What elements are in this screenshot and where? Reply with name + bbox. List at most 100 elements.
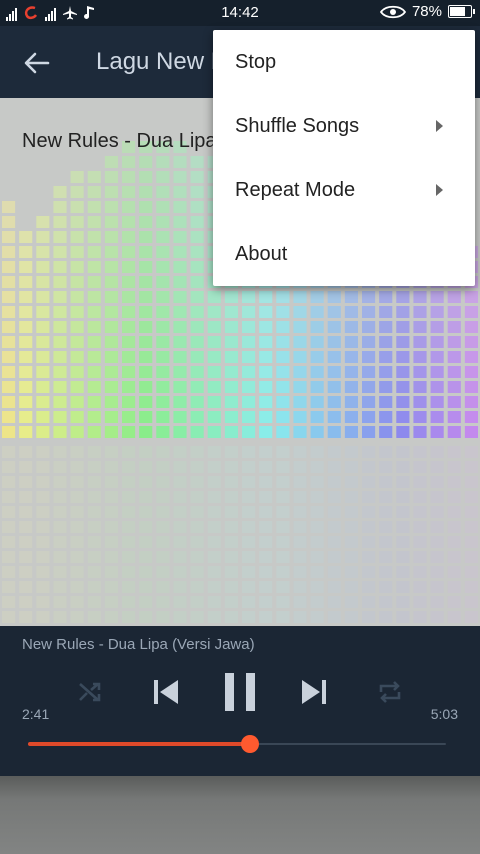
eq-cell	[362, 411, 376, 423]
eq-reflection-cell	[70, 536, 84, 548]
eq-reflection-cell	[242, 476, 256, 488]
eq-reflection-cell	[19, 521, 33, 533]
eq-cell	[310, 396, 324, 408]
eq-reflection-cell	[413, 581, 427, 593]
eq-reflection-cell	[122, 506, 136, 518]
eq-cell	[190, 276, 204, 288]
eq-reflection-cell	[327, 551, 341, 563]
eq-reflection-cell	[207, 491, 221, 503]
eq-reflection-cell	[379, 596, 393, 608]
eq-cell	[327, 291, 341, 303]
repeat-button[interactable]	[370, 670, 410, 714]
eq-reflection-cell	[53, 491, 67, 503]
eq-reflection-cell	[156, 581, 170, 593]
eq-cell	[104, 246, 118, 258]
eq-reflection-cell	[310, 536, 324, 548]
eq-cell	[224, 336, 238, 348]
eq-reflection-cell	[53, 596, 67, 608]
eq-reflection-cell	[87, 596, 101, 608]
eq-cell	[379, 396, 393, 408]
menu-item-repeat-mode[interactable]: Repeat Mode	[213, 158, 475, 222]
eq-cell	[87, 411, 101, 423]
eq-reflection-cell	[2, 551, 16, 563]
eq-reflection-cell	[36, 581, 50, 593]
eq-reflection-cell	[293, 506, 307, 518]
shuffle-button[interactable]	[70, 670, 110, 714]
eq-cell	[173, 336, 187, 348]
seek-thumb[interactable]	[240, 735, 259, 753]
eq-cell	[122, 231, 136, 243]
eq-cell	[53, 426, 67, 438]
next-button[interactable]	[292, 670, 336, 714]
eq-reflection-cell	[396, 476, 410, 488]
eq-reflection-cell	[190, 536, 204, 548]
menu-item-shuffle-songs[interactable]: Shuffle Songs	[213, 94, 475, 158]
menu-item-about[interactable]: About	[213, 222, 475, 286]
eq-reflection-cell	[464, 461, 478, 473]
eq-reflection-cell	[70, 581, 84, 593]
pause-button[interactable]	[214, 670, 266, 714]
eq-cell	[464, 306, 478, 318]
eq-reflection-cell	[293, 551, 307, 563]
eq-cell	[430, 291, 444, 303]
eq-reflection-cell	[413, 476, 427, 488]
eq-cell	[2, 351, 16, 363]
eq-cell	[87, 201, 101, 213]
eq-reflection-cell	[327, 521, 341, 533]
eq-cell	[87, 336, 101, 348]
eq-reflection-cell	[344, 536, 358, 548]
back-arrow-icon[interactable]	[22, 48, 52, 78]
eq-reflection-cell	[464, 536, 478, 548]
eq-reflection-cell	[139, 476, 153, 488]
eq-cell	[53, 366, 67, 378]
eq-reflection-cell	[310, 551, 324, 563]
eq-cell	[379, 321, 393, 333]
eq-reflection-cell	[104, 611, 118, 623]
eq-cell	[362, 306, 376, 318]
eq-reflection-cell	[379, 491, 393, 503]
eq-cell	[362, 426, 376, 438]
eq-cell	[173, 201, 187, 213]
eq-cell	[190, 201, 204, 213]
menu-item-label: Shuffle Songs	[235, 114, 360, 137]
eq-reflection-cell	[156, 536, 170, 548]
eq-reflection-cell	[379, 461, 393, 473]
eq-cell	[259, 366, 273, 378]
eq-reflection-cell	[104, 476, 118, 488]
eq-cell	[310, 306, 324, 318]
eq-reflection-cell	[87, 551, 101, 563]
eq-cell	[104, 231, 118, 243]
previous-button[interactable]	[144, 670, 188, 714]
eq-reflection-cell	[259, 536, 273, 548]
eq-reflection-cell	[156, 461, 170, 473]
eq-reflection-cell	[87, 446, 101, 458]
eq-cell	[104, 381, 118, 393]
submenu-arrow-icon	[436, 184, 443, 196]
eq-reflection-cell	[139, 566, 153, 578]
eq-cell	[447, 291, 461, 303]
eq-reflection-cell	[293, 566, 307, 578]
eq-cell	[224, 321, 238, 333]
eq-cell	[139, 201, 153, 213]
eq-reflection-cell	[396, 491, 410, 503]
eq-cell	[104, 351, 118, 363]
eq-reflection-cell	[464, 476, 478, 488]
eq-cell	[344, 321, 358, 333]
eq-reflection-cell	[362, 566, 376, 578]
seek-bar[interactable]	[28, 735, 446, 753]
skip-next-icon	[302, 680, 326, 704]
eq-cell	[224, 381, 238, 393]
eq-cell	[173, 231, 187, 243]
eq-reflection-cell	[156, 446, 170, 458]
eq-reflection-cell	[362, 536, 376, 548]
eq-reflection-cell	[464, 596, 478, 608]
eq-reflection-cell	[379, 566, 393, 578]
eq-cell	[87, 306, 101, 318]
eq-cell	[156, 366, 170, 378]
eq-cell	[70, 321, 84, 333]
menu-item-stop[interactable]: Stop	[213, 30, 475, 94]
eq-reflection-cell	[464, 551, 478, 563]
eq-reflection-cell	[413, 566, 427, 578]
eq-cell	[173, 321, 187, 333]
eq-reflection-cell	[242, 581, 256, 593]
